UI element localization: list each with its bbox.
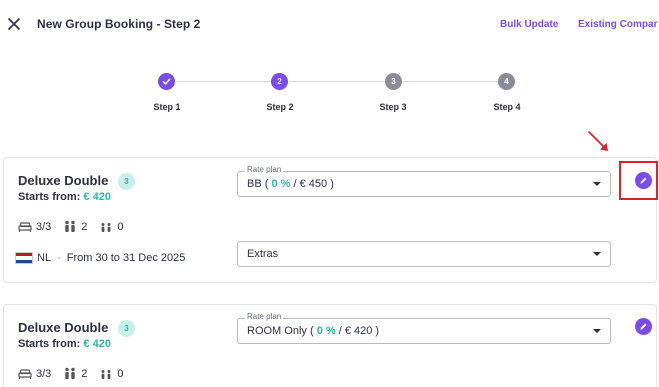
bed-icon (18, 221, 32, 232)
room-name: Deluxe Double (18, 173, 109, 188)
starts-from: Starts from: € 420 (18, 338, 111, 350)
step-connector (176, 81, 271, 82)
rooms-count: 3/3 (18, 368, 51, 380)
rate-plan-discount: 0 % (316, 325, 336, 337)
bed-icon (18, 368, 32, 379)
rate-plan-prefix: ROOM Only ( (247, 325, 314, 337)
adults-count-value: 2 (81, 220, 88, 233)
rate-plan-prefix: BB ( (247, 178, 269, 190)
room-quantity-badge: 3 (118, 320, 135, 337)
rate-plan-price: / € 420 ) (338, 325, 380, 337)
stepper: 2 3 4 Step 1 Step 2 Step 3 Step 4 (0, 71, 659, 121)
rooms-count-value: 3/3 (36, 367, 52, 380)
adults-icon (65, 367, 75, 379)
starts-from-price: € 420 (83, 338, 111, 350)
children-count-value: 0 (117, 220, 124, 233)
step-4-number[interactable]: 4 (498, 73, 515, 90)
extras-select[interactable]: Extras (237, 241, 611, 267)
step-3-label: Step 3 (379, 102, 407, 112)
extras-label: Extras (247, 248, 279, 260)
room-name: Deluxe Double (18, 320, 109, 335)
rate-plan-price: / € 450 ) (293, 178, 334, 190)
separator-dot: · (57, 252, 61, 264)
adults-count-value: 2 (81, 367, 88, 380)
step-2-number[interactable]: 2 (271, 73, 288, 90)
chevron-down-icon (593, 329, 601, 333)
page-title: New Group Booking - Step 2 (37, 17, 201, 31)
nl-flag-icon (15, 252, 33, 264)
children-count: 0 (99, 220, 124, 233)
rate-plan-label: Rate plan (245, 312, 284, 321)
room-card: Deluxe Double 3 Starts from: € 420 3/3 2… (3, 304, 657, 387)
starts-from-label: Starts from: (18, 191, 81, 203)
pencil-icon (640, 323, 647, 330)
children-count-value: 0 (117, 367, 124, 380)
rooms-count: 3/3 (18, 221, 51, 233)
children-icon (101, 222, 111, 232)
annotation-arrow-icon (588, 131, 608, 151)
edit-room-button[interactable] (635, 318, 652, 335)
market-row: NL · From 30 to 31 Dec 2025 (15, 252, 185, 264)
header: New Group Booking - Step 2 Bulk Update E… (0, 0, 659, 48)
adults-count: 2 (63, 367, 87, 380)
market-code: NL (37, 252, 52, 264)
bulk-update-link[interactable]: Bulk Update (500, 19, 558, 30)
rooms-count-value: 3/3 (36, 220, 52, 233)
occupancy-row: 3/3 2 0 (18, 220, 136, 233)
rate-plan-select[interactable]: Rate plan BB ( 0 % / € 450 ) (237, 165, 611, 197)
step-connector (403, 81, 498, 82)
rate-plan-discount: 0 % (271, 178, 291, 190)
step-connector (289, 81, 385, 82)
existing-company-link[interactable]: Existing Compar (578, 19, 657, 30)
adults-icon (65, 220, 75, 232)
step-4-label: Step 4 (493, 102, 521, 112)
room-quantity-badge: 3 (118, 173, 135, 190)
rate-plan-label: Rate plan (245, 165, 284, 174)
chevron-down-icon (593, 182, 601, 186)
occupancy-row: 3/3 2 0 (18, 367, 136, 380)
room-card: Deluxe Double 3 Starts from: € 420 3/3 2… (3, 157, 657, 283)
children-icon (101, 369, 111, 379)
children-count: 0 (99, 367, 124, 380)
step-1-check-icon[interactable] (158, 73, 175, 90)
starts-from-price: € 420 (83, 191, 111, 203)
stay-dates: From 30 to 31 Dec 2025 (66, 252, 186, 264)
step-3-number[interactable]: 3 (385, 73, 402, 90)
starts-from: Starts from: € 420 (18, 191, 111, 203)
step-1-label: Step 1 (153, 102, 181, 112)
chevron-down-icon (593, 252, 601, 256)
rate-plan-select[interactable]: Rate plan ROOM Only ( 0 % / € 420 ) (237, 312, 611, 344)
adults-count: 2 (63, 220, 87, 233)
starts-from-label: Starts from: (18, 338, 81, 350)
step-2-label: Step 2 (266, 102, 294, 112)
annotation-highlight-box (619, 161, 658, 200)
close-icon[interactable] (7, 17, 21, 31)
